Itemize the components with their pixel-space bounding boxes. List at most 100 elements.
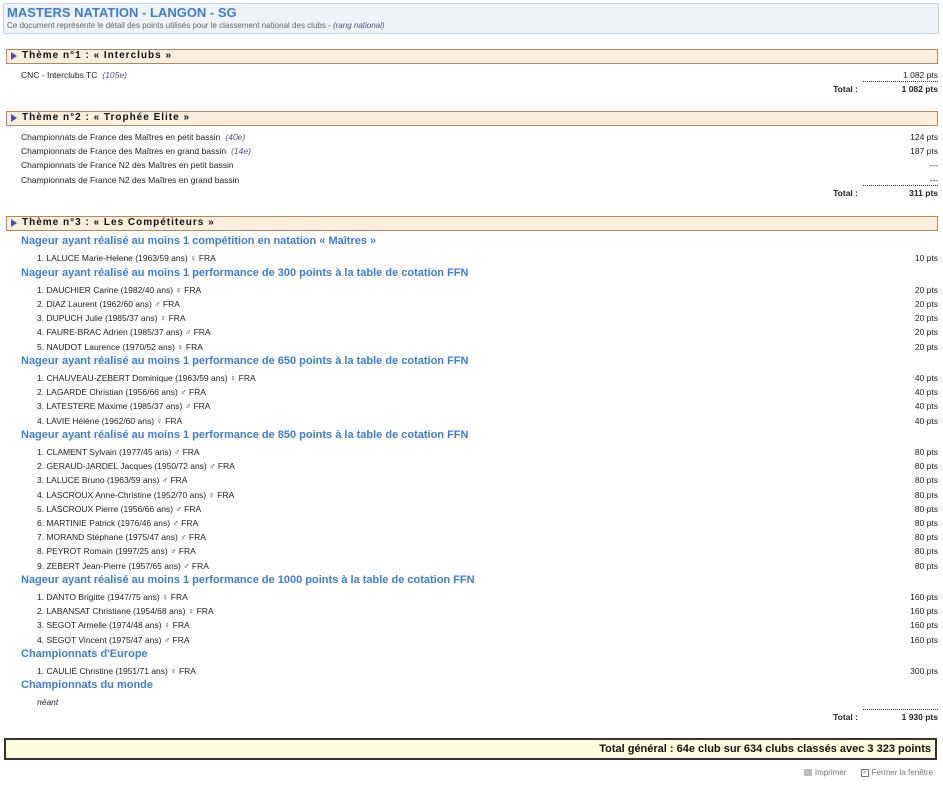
page-subtitle: Ce document représente le détail des poi… bbox=[7, 21, 385, 30]
printer-icon bbox=[803, 769, 812, 777]
table-row: 4. LAVIE Hélène (1962/60 ans) ♀ FRA 40 pt… bbox=[37, 416, 938, 428]
table-row: 9. ZEBERT Jean-Pierre (1957/65 ans) ♂ FR… bbox=[37, 561, 938, 573]
close-icon: × bbox=[860, 768, 869, 777]
section-title: Championnats d'Europe bbox=[21, 648, 148, 660]
table-row: 4. FAURE-BRAC Adrien (1985/37 ans) ♂ FRA… bbox=[37, 327, 938, 339]
table-row: 4. SEGOT Vincent (1975/47 ans) ♂ FRA 160 … bbox=[37, 635, 938, 647]
row-name: Championnats de France des Maîtres en pe… bbox=[21, 132, 221, 142]
total-value: 311 pts bbox=[909, 188, 938, 198]
swimmer-points: 160 pts bbox=[910, 592, 938, 602]
row-rank: (105e) bbox=[102, 70, 127, 80]
row-points: --- bbox=[929, 175, 939, 185]
table-row: 5. NAUDOT Laurence (1970/52 ans) ♀ FRA 20… bbox=[37, 342, 938, 354]
swimmer-points: 80 pts bbox=[914, 504, 938, 514]
table-row: 4. LASCROUX Anne-Christine (1952/70 ans)… bbox=[37, 490, 938, 502]
swimmer-name: 3. LALUCE Bruno (1963/59 ans) ♂ FRA bbox=[37, 475, 188, 485]
table-row: 2. GERAUD-JARDEL Jacques (1950/72 ans) ♂… bbox=[37, 461, 938, 473]
swimmer-points: 80 pts bbox=[914, 546, 938, 556]
swimmer-name: 9. ZEBERT Jean-Pierre (1957/65 ans) ♂ FR… bbox=[37, 561, 209, 571]
table-row: 1. CLAMENT Sylvain (1977/45 ans) ♂ FRA 80… bbox=[37, 447, 938, 459]
swimmer-name: 4. LAVIE Hélène (1962/60 ans) ♀ FRA bbox=[37, 416, 183, 426]
swimmer-points: 40 pts bbox=[914, 373, 938, 383]
section-title: Nageur ayant réalisé au moins 1 compétit… bbox=[21, 235, 377, 247]
total-value: 1 930 pts bbox=[901, 712, 938, 722]
swimmer-points: 20 pts bbox=[914, 342, 938, 352]
swimmer-points: 80 pts bbox=[914, 561, 938, 571]
page-title: MASTERS NATATION - LANGON - SG bbox=[7, 5, 237, 20]
table-row: 1. LALUCE Marie-Helene (1963/59 ans) ♀ F… bbox=[37, 253, 938, 265]
swimmer-name: 1. CLAMENT Sylvain (1977/45 ans) ♂ FRA bbox=[37, 447, 200, 457]
swimmer-points: 20 pts bbox=[914, 285, 938, 295]
print-label: Imprimer bbox=[814, 768, 847, 777]
swimmer-points: 20 pts bbox=[914, 299, 938, 309]
empty-text: néant bbox=[37, 697, 59, 707]
theme-3-header: Thème n°3 : « Les Compétiteurs » bbox=[6, 216, 938, 231]
theme-2-total: Total : 311 pts bbox=[738, 188, 938, 200]
row-name: CNC - Interclubs TC bbox=[21, 70, 98, 80]
table-row: 2. DIAZ Laurent (1962/60 ans) ♂ FRA 20 pt… bbox=[37, 299, 938, 311]
swimmer-name: 3. SEGOT Armelle (1974/48 ans) ♀ FRA bbox=[37, 620, 190, 630]
swimmer-points: 20 pts bbox=[914, 327, 938, 337]
table-row: 2. LABANSAT Christiane (1954/68 ans) ♀ F… bbox=[37, 606, 938, 618]
row-name: Championnats de France des Maîtres en gr… bbox=[21, 146, 227, 156]
list-item: Championnats de France N2 des Maîtres en… bbox=[21, 175, 938, 187]
total-divider bbox=[863, 185, 938, 186]
table-row: 1. CHAUVEAU-ZEBERT Dominique (1963/59 an… bbox=[37, 373, 938, 385]
row-rank: (14e) bbox=[231, 146, 251, 156]
total-value: 1 082 pts bbox=[901, 84, 938, 94]
section-title: Nageur ayant réalisé au moins 1 performa… bbox=[21, 574, 475, 586]
row-points: --- bbox=[929, 160, 939, 170]
row-name: Championnats de France N2 des Maîtres en… bbox=[21, 175, 240, 185]
swimmer-name: 5. NAUDOT Laurence (1970/52 ans) ♀ FRA bbox=[37, 342, 203, 352]
swimmer-points: 40 pts bbox=[914, 387, 938, 397]
list-item: Championnats de France des Maîtres en pe… bbox=[21, 132, 938, 144]
swimmer-points: 10 pts bbox=[914, 253, 938, 263]
triangle-right-icon bbox=[11, 219, 17, 227]
swimmer-points: 160 pts bbox=[910, 606, 938, 616]
table-row: 1. DANTO Brigitte (1947/75 ans) ♀ FRA 160… bbox=[37, 592, 938, 604]
swimmer-points: 80 pts bbox=[914, 447, 938, 457]
swimmer-points: 80 pts bbox=[914, 490, 938, 500]
page-header: MASTERS NATATION - LANGON - SG Ce docume… bbox=[3, 3, 939, 34]
list-item: Championnats de France N2 des Maîtres en… bbox=[21, 160, 938, 172]
table-row: 6. MARTINIE Patrick (1976/46 ans) ♂ FRA 8… bbox=[37, 518, 938, 530]
subtitle-note: (rang national) bbox=[332, 21, 385, 30]
row-points: 124 pts bbox=[910, 132, 938, 142]
row-points: 1 082 pts bbox=[903, 70, 938, 80]
subtitle-text: Ce document représente le détail des poi… bbox=[7, 21, 333, 30]
swimmer-points: 80 pts bbox=[914, 532, 938, 542]
swimmer-points: 300 pts bbox=[910, 666, 938, 676]
swimmer-name: 2. DIAZ Laurent (1962/60 ans) ♂ FRA bbox=[37, 299, 180, 309]
theme-1-total: Total : 1 082 pts bbox=[738, 84, 938, 96]
swimmer-points: 40 pts bbox=[914, 401, 938, 411]
swimmer-name: 6. MARTINIE Patrick (1976/46 ans) ♂ FRA bbox=[37, 518, 199, 528]
theme-label: Thème n°2 : « Trophée Elite » bbox=[22, 112, 191, 123]
swimmer-name: 7. MORAND Stéphane (1975/47 ans) ♂ FRA bbox=[37, 532, 206, 542]
grand-total-text: Total général : 64e club sur 634 clubs c… bbox=[599, 743, 931, 755]
swimmer-name: 1. DAUCHIER Carine (1982/40 ans) ♀ FRA bbox=[37, 285, 202, 295]
total-label: Total : bbox=[833, 84, 858, 94]
swimmer-points: 80 pts bbox=[914, 475, 938, 485]
swimmer-name: 2. LAGARDE Christian (1956/66 ans) ♂ FRA bbox=[37, 387, 206, 397]
theme-1-header: Thème n°1 : « Interclubs » bbox=[6, 49, 938, 64]
page-actions: Imprimer × Fermer la fenêtre bbox=[792, 768, 933, 777]
theme-3-total: Total : 1 930 pts bbox=[738, 712, 938, 724]
swimmer-name: 4. SEGOT Vincent (1975/47 ans) ♂ FRA bbox=[37, 635, 190, 645]
swimmer-name: 3. LATESTERE Maxime (1985/37 ans) ♂ FRA bbox=[37, 401, 211, 411]
section-title: Nageur ayant réalisé au moins 1 performa… bbox=[21, 267, 469, 279]
grand-total-box: Total général : 64e club sur 634 clubs c… bbox=[4, 738, 937, 760]
swimmer-name: 1. LALUCE Marie-Helene (1963/59 ans) ♀ F… bbox=[37, 253, 216, 263]
swimmer-points: 20 pts bbox=[914, 313, 938, 323]
table-row: 3. LALUCE Bruno (1963/59 ans) ♂ FRA 80 pt… bbox=[37, 475, 938, 487]
table-row: 3. DUPUCH Julie (1985/37 ans) ♀ FRA 20 pt… bbox=[37, 313, 938, 325]
close-window-button[interactable]: × Fermer la fenêtre bbox=[860, 768, 933, 777]
swimmer-points: 80 pts bbox=[914, 518, 938, 528]
triangle-right-icon bbox=[11, 114, 17, 122]
swimmer-name: 5. LASCROUX Pierre (1956/66 ans) ♂ FRA bbox=[37, 504, 202, 514]
triangle-right-icon bbox=[11, 52, 17, 60]
print-button[interactable]: Imprimer bbox=[803, 768, 847, 777]
section-title: Nageur ayant réalisé au moins 1 performa… bbox=[21, 429, 469, 441]
row-name: Championnats de France N2 des Maîtres en… bbox=[21, 160, 234, 170]
swimmer-points: 40 pts bbox=[914, 416, 938, 426]
table-row: 2. LAGARDE Christian (1956/66 ans) ♂ FRA… bbox=[37, 387, 938, 399]
